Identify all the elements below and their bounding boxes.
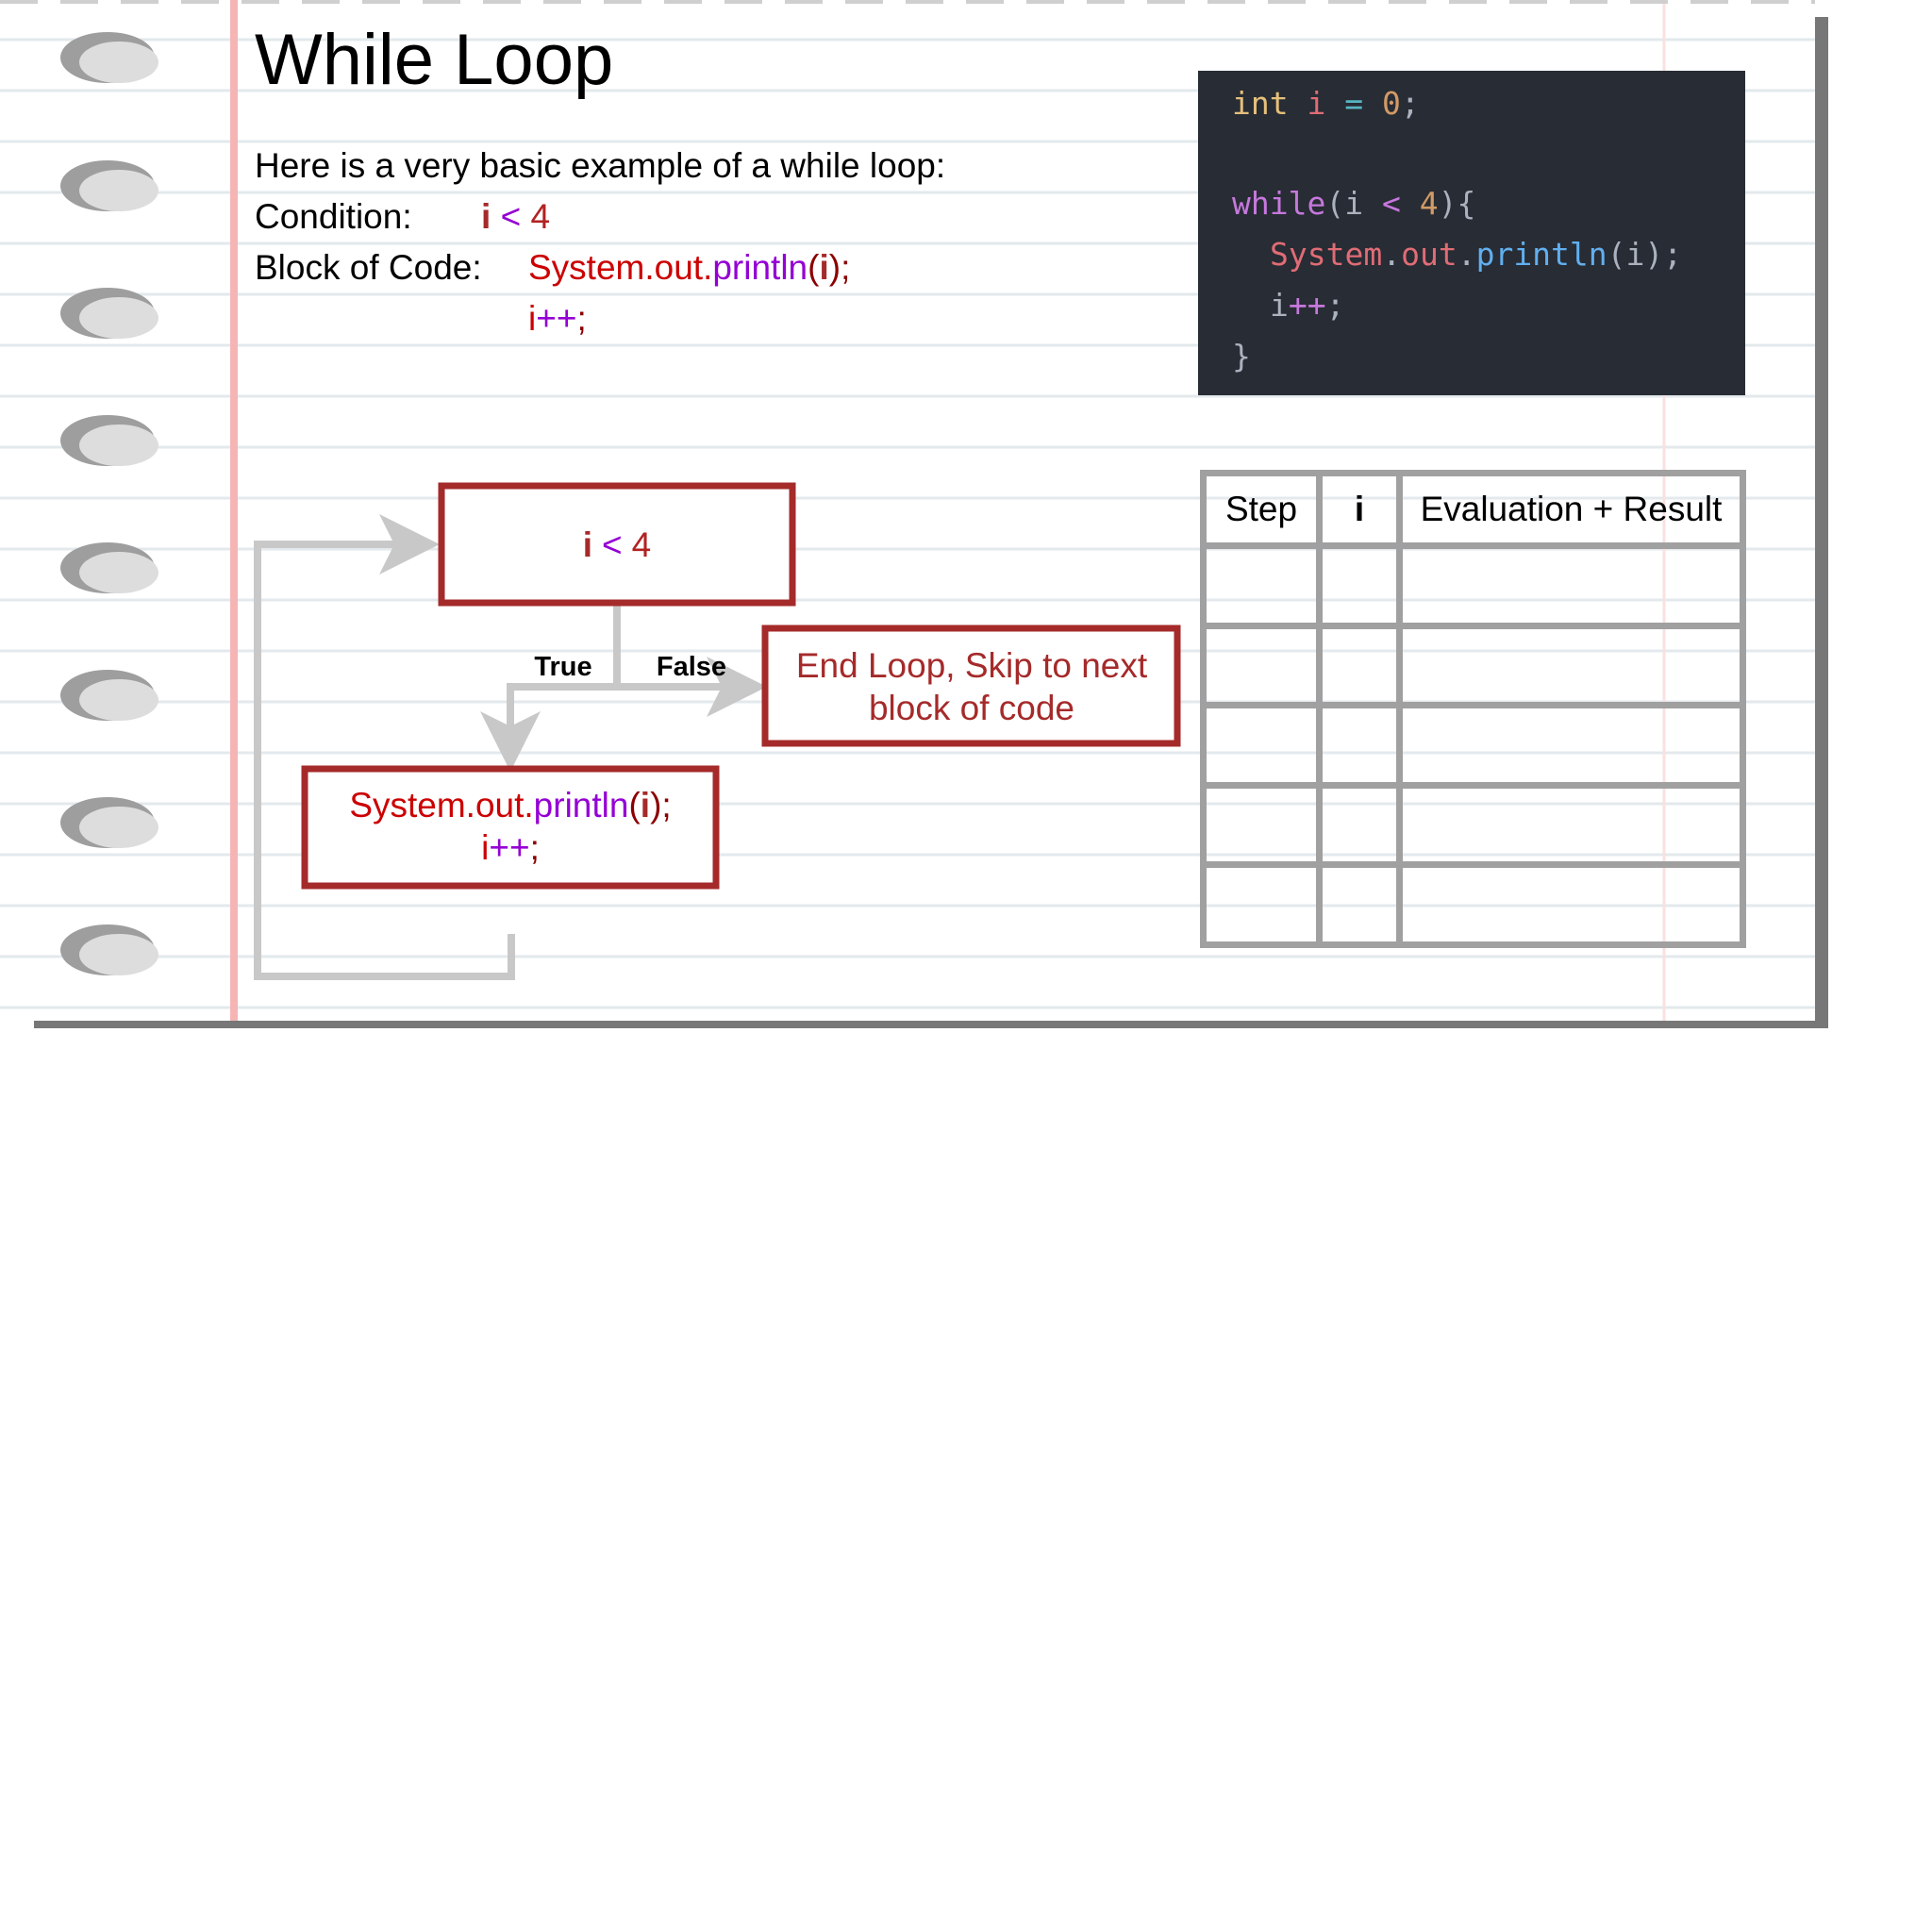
- condition-box-var: i: [583, 525, 592, 564]
- body-class-path: System.out.: [349, 786, 533, 824]
- table-row: [1200, 861, 1746, 948]
- trace-cell-evaluation[interactable]: [1396, 702, 1746, 789]
- body-semicolon: ;: [530, 828, 540, 867]
- body-paren-close: );: [650, 786, 672, 824]
- body-arg: i: [641, 786, 650, 824]
- trace-cell-step[interactable]: [1200, 861, 1323, 948]
- flowchart: i <4 True False End Loop, Skip to next bl…: [254, 482, 1181, 980]
- trace-header-i: i: [1316, 470, 1403, 549]
- code-var: i: [1307, 85, 1326, 122]
- trace-cell-i[interactable]: [1316, 622, 1403, 709]
- code-while-keyword: while: [1232, 185, 1326, 222]
- code-inc-var: i: [1270, 287, 1289, 324]
- code-line-2: while(i < 4){: [1232, 188, 1475, 219]
- code-semicolon: ;: [1400, 85, 1420, 122]
- code-class: System: [1270, 236, 1383, 273]
- code-while-open: (i: [1325, 185, 1364, 222]
- body-paren-open: (: [628, 786, 641, 824]
- code-init-value: 0: [1381, 85, 1401, 122]
- body-inc-op: ++: [489, 828, 529, 867]
- code-line-3: System.out.println(i);: [1270, 239, 1682, 270]
- code-method: println: [1475, 236, 1607, 273]
- table-row: [1200, 781, 1746, 869]
- table-row: [1200, 542, 1746, 629]
- trace-cell-evaluation[interactable]: [1396, 542, 1746, 629]
- code-inc-op: ++: [1288, 287, 1326, 324]
- code-type: int: [1232, 85, 1289, 122]
- code-assign-op: =: [1344, 85, 1364, 122]
- trace-cell-step[interactable]: [1200, 622, 1323, 709]
- end-loop-line-2: block of code: [869, 689, 1074, 727]
- condition-box-op: <: [602, 525, 623, 564]
- trace-cell-evaluation[interactable]: [1396, 861, 1746, 948]
- code-args: (i);: [1607, 236, 1683, 273]
- trace-cell-i[interactable]: [1316, 702, 1403, 789]
- code-compare-op: <: [1381, 185, 1401, 222]
- body-increment-line: i++;: [481, 828, 540, 867]
- trace-table-header-row: Step i Evaluation + Result: [1200, 470, 1746, 549]
- body-method: println: [534, 786, 629, 824]
- true-branch-arrow: [480, 605, 621, 772]
- code-line-1: int i = 0;: [1232, 88, 1420, 119]
- true-label: True: [534, 652, 591, 682]
- code-line-4: i++;: [1270, 290, 1345, 321]
- code-inc-end: ;: [1325, 287, 1345, 324]
- trace-cell-evaluation[interactable]: [1396, 781, 1746, 869]
- trace-cell-step[interactable]: [1200, 702, 1323, 789]
- code-line-5: }: [1232, 338, 1251, 375]
- trace-cell-step[interactable]: [1200, 542, 1323, 629]
- trace-header-evaluation: Evaluation + Result: [1396, 470, 1746, 549]
- trace-cell-i[interactable]: [1316, 781, 1403, 869]
- loop-back-arrow: [254, 514, 515, 980]
- page-shadow-right: [1815, 17, 1828, 1028]
- trace-table: Step i Evaluation + Result: [1200, 470, 1746, 948]
- code-limit: 4: [1419, 185, 1439, 222]
- trace-header-step: Step: [1200, 470, 1323, 549]
- table-row: [1200, 622, 1746, 709]
- trace-cell-evaluation[interactable]: [1396, 622, 1746, 709]
- table-row: [1200, 702, 1746, 789]
- code-panel: int i = 0; while(i < 4){ System.out.prin…: [1198, 71, 1745, 395]
- body-inc-var: i: [481, 828, 489, 867]
- condition-box-num: 4: [632, 525, 652, 564]
- trace-cell-step[interactable]: [1200, 781, 1323, 869]
- trace-cell-i[interactable]: [1316, 861, 1403, 948]
- body-print-line: System.out.println(i);: [349, 786, 671, 824]
- notebook-page: While Loop Here is a very basic example …: [0, 0, 1830, 1028]
- end-loop-line-1: End Loop, Skip to next: [796, 646, 1148, 685]
- code-while-close: ){: [1438, 185, 1476, 222]
- trace-cell-i[interactable]: [1316, 542, 1403, 629]
- code-field: out: [1401, 236, 1457, 273]
- false-label: False: [657, 652, 726, 682]
- code-dot: .: [1382, 236, 1402, 273]
- page-shadow-bottom: [34, 1021, 1828, 1028]
- code-dot: .: [1457, 236, 1476, 273]
